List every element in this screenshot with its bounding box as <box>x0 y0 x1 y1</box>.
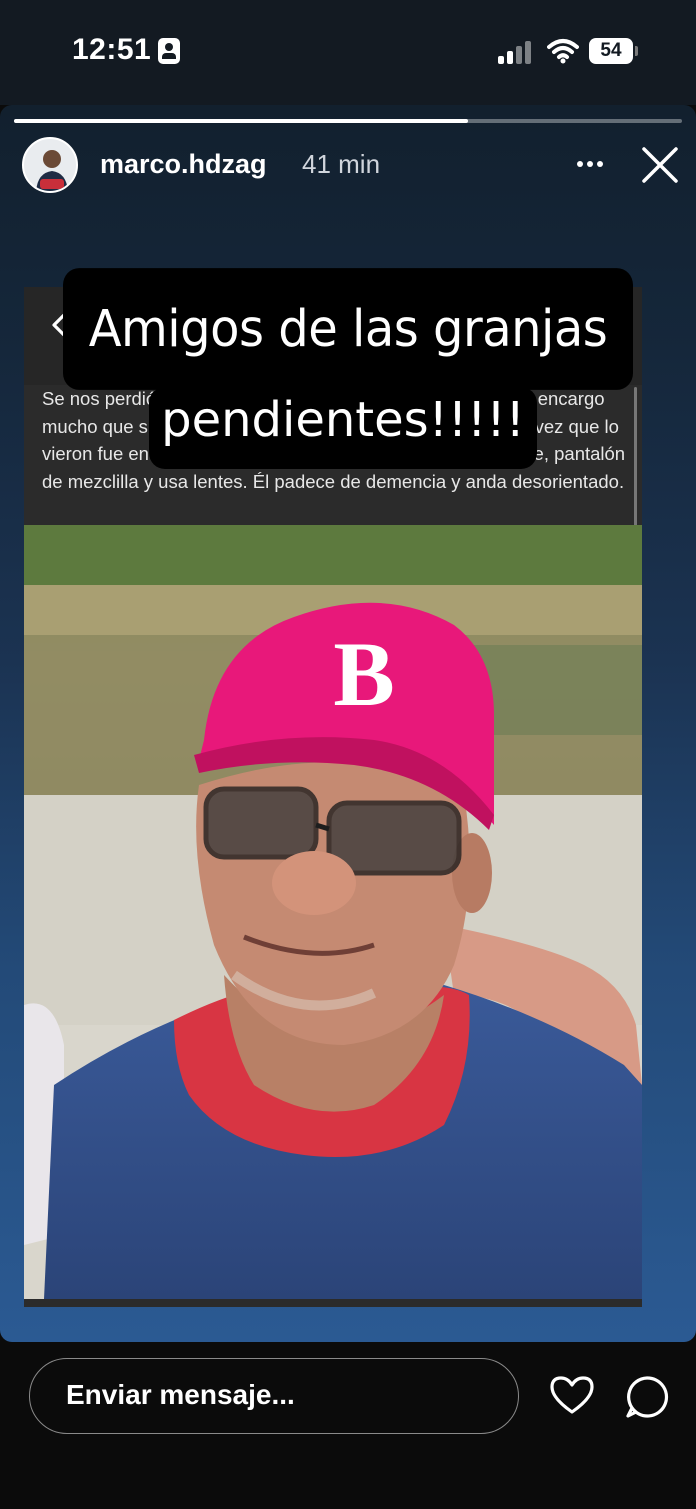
person-id-icon <box>158 38 180 64</box>
avatar[interactable] <box>22 137 78 193</box>
reply-bar: Enviar mensaje... <box>0 1342 696 1509</box>
story-time-ago: 41 min <box>302 149 381 179</box>
battery-level: 54 <box>600 40 622 61</box>
heart-icon[interactable] <box>548 1374 596 1416</box>
cap-logo-letter: B <box>333 623 394 725</box>
status-time: 12:51 <box>72 33 152 66</box>
story-username[interactable]: marco.hdzag <box>100 149 267 180</box>
message-input[interactable]: Enviar mensaje... <box>29 1358 519 1434</box>
message-placeholder: Enviar mensaje... <box>66 1379 295 1410</box>
story-progress-fill <box>14 119 469 123</box>
close-icon[interactable] <box>640 145 680 185</box>
send-message-icon[interactable] <box>624 1374 670 1420</box>
story-progress-bar <box>14 119 682 123</box>
battery-icon: 54 <box>589 38 638 64</box>
signal-bars-icon <box>498 40 534 64</box>
story-caption-line2: pendientes!!!!! <box>149 387 537 469</box>
story-card[interactable]: marco.hdzag 41 min Se nos perdió encargo… <box>0 105 696 1342</box>
missing-person-photo: B <box>24 525 642 1299</box>
more-horizontal-icon[interactable] <box>574 157 606 173</box>
status-bar: 12:51 54 <box>0 0 696 105</box>
story-caption-line1: Amigos de las granjas <box>63 268 633 390</box>
wifi-icon <box>547 39 579 64</box>
